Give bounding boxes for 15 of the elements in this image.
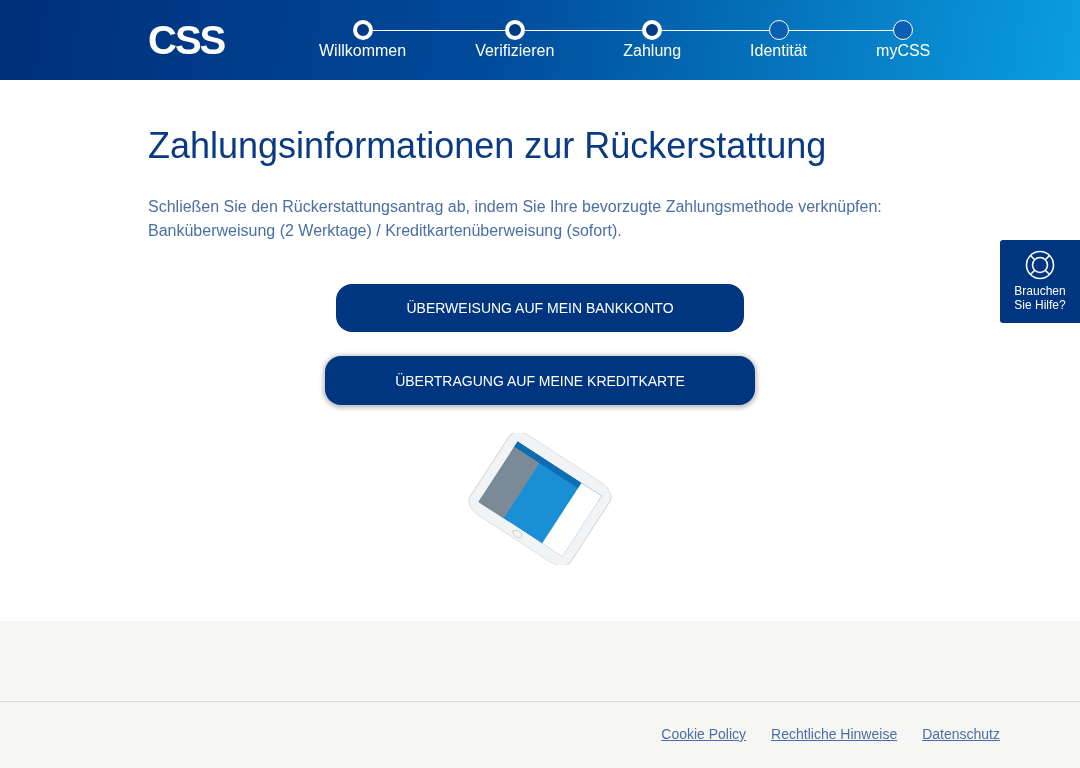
payment-option-button[interactable]: ÜBERTRAGUNG AUF MEINE KREDITKARTE xyxy=(325,356,755,405)
lifebuoy-icon xyxy=(1025,250,1055,280)
step-label: myCSS xyxy=(876,42,931,60)
page-title: Zahlungsinformationen zur Rückerstattung xyxy=(148,124,828,167)
step-label: Zahlung xyxy=(623,42,682,60)
help-button[interactable]: Brauchen Sie Hilfe? xyxy=(1000,240,1080,323)
footer-link[interactable]: Datenschutz xyxy=(922,726,1000,768)
step-label: Verifizieren xyxy=(475,42,555,60)
payment-option-button[interactable]: ÜBERWEISUNG AUF MEIN BANKKONTO xyxy=(336,284,744,332)
footer-link[interactable]: Rechtliche Hinweise xyxy=(771,726,898,768)
step-label: Willkommen xyxy=(319,42,407,60)
step-label: Identität xyxy=(750,42,808,60)
logo[interactable]: CSS xyxy=(148,18,224,62)
footer-link[interactable]: Cookie Policy xyxy=(661,726,747,768)
intro-text: Schließen Sie den Rückerstattungsantrag ab, indem Sie Ihre bevorzugte Zahlungsmethode verknüpfen: Banküberweisung (2 Werktage) / Kreditkartenüberweisung (sofort). xyxy=(148,197,883,241)
